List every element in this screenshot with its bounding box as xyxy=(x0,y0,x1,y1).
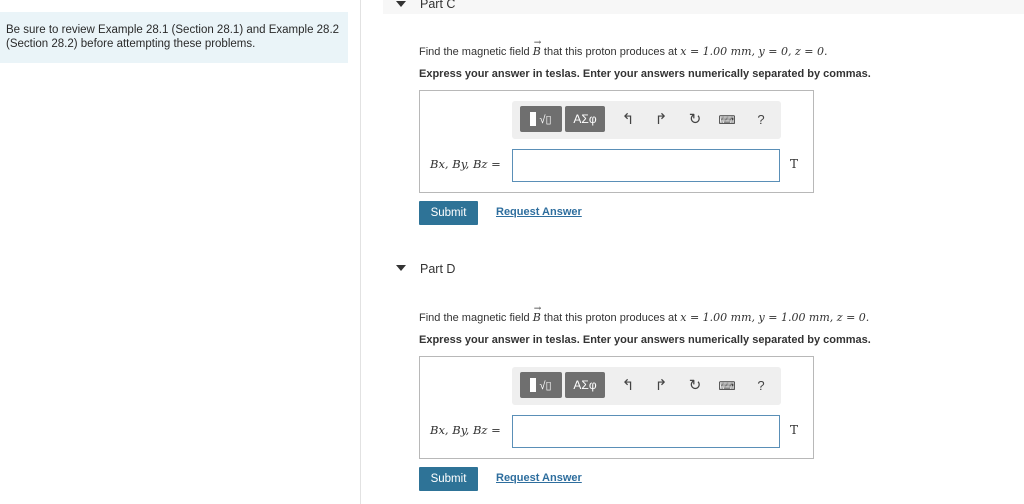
prompt-mid: that this proton produces at xyxy=(543,46,678,58)
part-c-title: Part C xyxy=(420,0,456,11)
part-c-answer-box: √▯ ΑΣφ ↰ ↱ ↻ ⌨ ? Bx, By, Bz = T xyxy=(419,90,814,193)
prompt-mid: that this proton produces at xyxy=(543,312,678,324)
field-symbol: B → xyxy=(532,38,542,58)
templates-icon[interactable]: √▯ xyxy=(520,372,562,398)
part-d-title: Part D xyxy=(420,262,456,276)
prompt-prefix: Find the magnetic field xyxy=(419,46,530,58)
keyboard-icon[interactable]: ⌨ xyxy=(718,110,736,130)
field-symbol: B → xyxy=(532,304,542,324)
part-c-instruction: Express your answer in teslas. Enter you… xyxy=(419,68,871,80)
templates-icon[interactable]: √▯ xyxy=(520,106,562,132)
reset-icon[interactable]: ↻ xyxy=(686,376,704,396)
review-note: Be sure to review Example 28.1 (Section … xyxy=(0,12,348,63)
part-d-submit-button[interactable]: Submit xyxy=(419,467,478,491)
math-toolbar: √▯ ΑΣφ ↰ ↱ ↻ ⌨ ? xyxy=(512,101,781,139)
part-d-request-answer-link[interactable]: Request Answer xyxy=(496,472,582,484)
math-toolbar: √▯ ΑΣφ ↰ ↱ ↻ ⌨ ? xyxy=(512,367,781,405)
unit-label: T xyxy=(790,423,799,437)
part-c-submit-button[interactable]: Submit xyxy=(419,201,478,225)
prompt-prefix: Find the magnetic field xyxy=(419,312,530,324)
greek-label: ΑΣφ xyxy=(573,112,597,126)
help-icon[interactable]: ? xyxy=(752,110,770,130)
variable-label: Bx, By, Bz = xyxy=(430,157,501,171)
undo-icon[interactable]: ↰ xyxy=(619,376,637,396)
collapse-caret-icon[interactable] xyxy=(396,1,406,7)
greek-symbols-icon[interactable]: ΑΣφ xyxy=(565,372,605,398)
part-c-prompt: Find the magnetic field B → that this pro… xyxy=(419,38,828,58)
answer-input[interactable] xyxy=(512,415,780,448)
greek-symbols-icon[interactable]: ΑΣφ xyxy=(565,106,605,132)
part-d-header[interactable]: Part D xyxy=(383,253,1024,283)
help-icon[interactable]: ? xyxy=(752,376,770,396)
prompt-coords: x = 1.00 mm, y = 0, z = 0. xyxy=(680,45,828,58)
help-label: ? xyxy=(757,378,765,393)
variable-label: Bx, By, Bz = xyxy=(430,423,501,437)
collapse-caret-icon[interactable] xyxy=(396,265,406,271)
part-d-answer-box: √▯ ΑΣφ ↰ ↱ ↻ ⌨ ? Bx, By, Bz = T xyxy=(419,356,814,459)
redo-icon[interactable]: ↱ xyxy=(652,110,670,130)
help-label: ? xyxy=(757,112,765,127)
review-note-text: Be sure to review Example 28.1 (Section … xyxy=(6,24,340,50)
part-c-header[interactable]: Part C xyxy=(383,0,1024,14)
part-d-prompt: Find the magnetic field B → that this pro… xyxy=(419,304,870,324)
reset-icon[interactable]: ↻ xyxy=(686,110,704,130)
part-d-instruction: Express your answer in teslas. Enter you… xyxy=(419,334,871,346)
prompt-coords: x = 1.00 mm, y = 1.00 mm, z = 0. xyxy=(680,311,870,324)
column-divider xyxy=(360,0,361,504)
greek-label: ΑΣφ xyxy=(573,378,597,392)
keyboard-icon[interactable]: ⌨ xyxy=(718,376,736,396)
unit-label: T xyxy=(790,157,799,171)
answer-input[interactable] xyxy=(512,149,780,182)
part-c-request-answer-link[interactable]: Request Answer xyxy=(496,206,582,218)
undo-icon[interactable]: ↰ xyxy=(619,110,637,130)
redo-icon[interactable]: ↱ xyxy=(652,376,670,396)
